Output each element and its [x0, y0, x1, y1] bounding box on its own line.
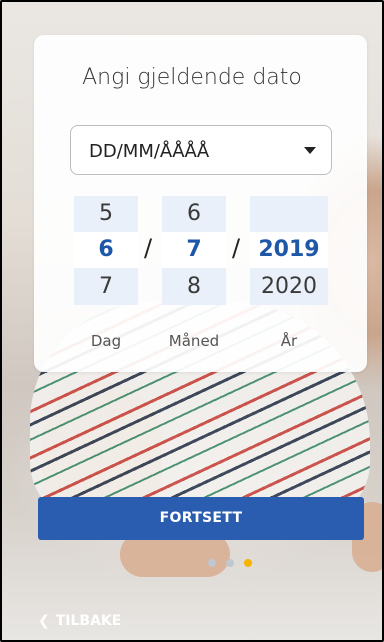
page-title: Angi gjeldende dato: [82, 65, 302, 90]
month-prev[interactable]: 6: [162, 196, 226, 232]
day-selected[interactable]: 6: [74, 232, 138, 268]
continue-button[interactable]: FORTSETT: [38, 497, 364, 540]
back-button[interactable]: ❮ TILBAKE: [38, 613, 121, 629]
day-prev[interactable]: 5: [74, 196, 138, 232]
screen: Angi gjeldende dato DD/MM/ÅÅÅÅ 5 6 7 / 6…: [0, 0, 384, 642]
day-next[interactable]: 7: [74, 269, 138, 305]
date-format-value: DD/MM/ÅÅÅÅ: [89, 141, 210, 162]
year-picker[interactable]: 2019 2020: [250, 196, 328, 305]
date-format-dropdown[interactable]: DD/MM/ÅÅÅÅ: [70, 125, 332, 175]
year-label: År: [280, 332, 298, 350]
month-picker[interactable]: 6 7 8: [162, 196, 226, 305]
year-prev[interactable]: [250, 196, 328, 232]
month-selected[interactable]: 7: [162, 232, 226, 268]
day-label: Dag: [90, 332, 122, 350]
back-label: TILBAKE: [55, 613, 122, 629]
pager-dot-active: [244, 559, 252, 567]
date-separator: /: [144, 234, 153, 262]
pager-dot: [208, 559, 216, 567]
year-selected[interactable]: 2019: [250, 232, 328, 268]
caret-down-icon: [304, 147, 316, 154]
date-separator: /: [232, 234, 241, 262]
day-picker[interactable]: 5 6 7: [74, 196, 138, 305]
month-label: Måned: [168, 332, 220, 350]
month-next[interactable]: 8: [162, 269, 226, 305]
chevron-left-icon: ❮: [38, 613, 50, 629]
pager-dot: [226, 559, 234, 567]
year-next[interactable]: 2020: [250, 269, 328, 305]
